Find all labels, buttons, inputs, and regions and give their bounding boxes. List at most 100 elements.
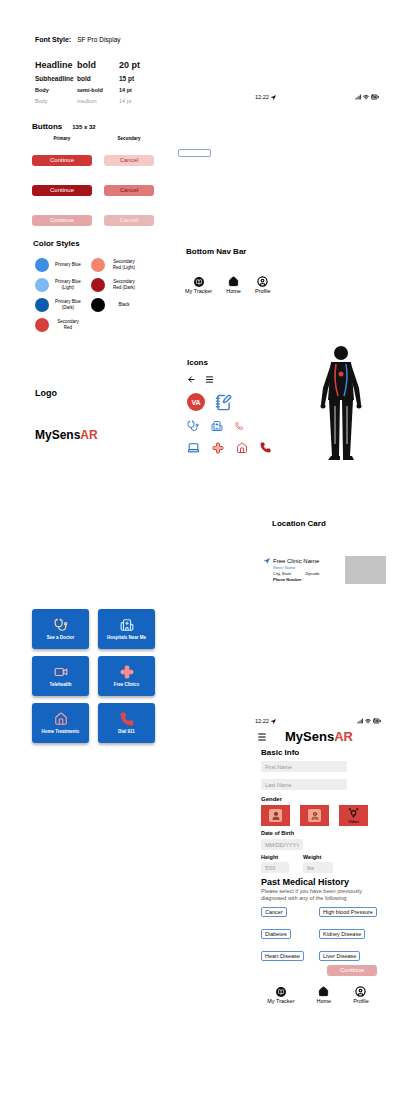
secondary-button[interactable]: Cancel xyxy=(104,155,154,166)
basic-info-form: Basic InfoGenderOtherDate of BirthHeight… xyxy=(255,748,381,976)
text-field[interactable] xyxy=(178,149,211,157)
location-arrow-icon xyxy=(264,558,270,564)
font-style: Font Style:SF Pro Display xyxy=(35,36,140,43)
service-tile[interactable]: Free Clinics xyxy=(98,656,155,696)
weight-field[interactable] xyxy=(303,862,333,873)
condition-chip[interactable]: Heart Disease xyxy=(261,951,304,961)
type-size: 15 pt xyxy=(119,75,140,82)
signal-icon xyxy=(355,94,361,100)
status-bar: 12:22 xyxy=(255,717,381,725)
condition-chip[interactable]: Liver Disease xyxy=(319,951,360,961)
nav-item[interactable]: Profile xyxy=(255,276,271,294)
service-tile[interactable]: Dial 911 xyxy=(98,703,155,743)
gender-option[interactable]: Other xyxy=(339,805,368,826)
bottom-nav-bar: My Tracker Home Profile xyxy=(267,986,368,1004)
clinic-icon xyxy=(212,442,224,454)
status-bar: 12:22 xyxy=(255,93,379,101)
signal-icon xyxy=(357,718,363,724)
type-size: 20 pt xyxy=(119,60,140,70)
type-name: Headline xyxy=(35,60,77,70)
wifi-icon xyxy=(363,94,369,100)
tracker-icon xyxy=(276,987,286,997)
buttons-section: Buttons135 x 32PrimarySecondaryContinueC… xyxy=(32,122,154,226)
logo: MySensAR xyxy=(35,428,98,442)
clinic-icon xyxy=(120,665,134,679)
type-weight: medium xyxy=(77,98,119,104)
color-styles: Color StylesPrimary BlueSecondary Red (L… xyxy=(33,239,151,332)
service-tile[interactable]: Home Treatments xyxy=(32,703,89,743)
type-weight: bold xyxy=(77,75,119,82)
phone-mockup: 12:22MySensARBasic InfoGenderOtherDate o… xyxy=(255,717,381,1004)
gender-other-icon xyxy=(348,807,359,818)
home-treatment-icon xyxy=(54,712,68,726)
primary-button[interactable]: Continue xyxy=(32,185,92,196)
back-arrow-icon[interactable] xyxy=(187,375,196,384)
status-time: 12:22 xyxy=(255,94,269,100)
location-card[interactable]: Free Clinic NameStreet NameCity, StateZi… xyxy=(264,556,386,584)
secondary-button[interactable]: Cancel xyxy=(104,185,154,196)
service-tile[interactable]: See a Doctor xyxy=(32,609,89,649)
phone-icon xyxy=(260,442,271,453)
height-field[interactable] xyxy=(261,862,289,873)
male-icon xyxy=(271,811,281,821)
history-hint: Please select if you have been previousl… xyxy=(261,888,381,902)
telehealth-icon xyxy=(235,422,243,430)
condition-chip[interactable]: Kidney Disease xyxy=(319,929,365,939)
condition-chip[interactable]: High blood Pressure xyxy=(319,907,377,917)
nav-item[interactable]: My Tracker xyxy=(267,987,294,1004)
secondary-button[interactable]: Cancel xyxy=(104,215,154,226)
type-name: Body xyxy=(35,98,77,104)
color-swatch: Black xyxy=(91,298,151,312)
primary-button[interactable]: Continue xyxy=(32,215,92,226)
nav-item[interactable]: Profile xyxy=(353,986,369,1004)
color-swatch: Secondary Red (Light) xyxy=(91,258,151,272)
location-arrow-icon xyxy=(271,719,276,724)
menu-icon[interactable] xyxy=(257,732,267,742)
condition-chip[interactable]: Diabetes xyxy=(261,929,291,939)
service-tile[interactable]: Telehealth xyxy=(32,656,89,696)
location-section: Location Card Free Clinic NameStreet Name… xyxy=(264,519,386,584)
type-scale: Headlinebold20 pt Subheadlinebold15 pt Bod… xyxy=(35,60,140,104)
date-of-birth-field[interactable] xyxy=(261,839,303,850)
status-time: 12:22 xyxy=(255,718,269,724)
profile-icon xyxy=(355,986,366,997)
logo-section: Logo xyxy=(35,388,57,398)
style-guide-board: Font Style:SF Pro Display Headlinebold20 … xyxy=(0,0,410,1118)
gender-options: Other xyxy=(261,805,381,826)
avatar: VA xyxy=(187,393,205,411)
doctor-icon xyxy=(54,618,68,632)
battery-icon xyxy=(373,717,381,725)
buttons-title: Buttons xyxy=(32,122,62,131)
home-icon xyxy=(318,986,329,997)
continue-button[interactable]: Continue xyxy=(327,965,377,976)
location-arrow-icon xyxy=(271,95,276,100)
type-name: Subheadline xyxy=(35,75,77,82)
color-swatch: Secondary Red (Dark) xyxy=(91,278,151,292)
last-name-field[interactable] xyxy=(261,779,347,790)
nav-item[interactable]: My Tracker xyxy=(185,277,212,294)
location-title: Location Card xyxy=(264,519,386,528)
house-icon xyxy=(236,442,248,454)
condition-chip[interactable]: Cancer xyxy=(261,907,287,917)
clinic-name: Free Clinic Name xyxy=(273,558,319,564)
laptop-icon xyxy=(187,441,200,454)
condition-list: Cancer High blood Pressure Diabetes Kidney … xyxy=(261,907,381,961)
nav-bar-title: Bottom Nav Bar xyxy=(186,247,246,256)
gender-option[interactable] xyxy=(300,805,329,826)
nav-item[interactable]: Home xyxy=(316,986,331,1004)
color-swatch: Secondary Red xyxy=(35,318,83,332)
button-size: 135 x 32 xyxy=(72,124,95,130)
color-swatch: Primary Blue (Dark) xyxy=(35,298,83,312)
tracker-icon xyxy=(194,277,204,287)
human-body-icon xyxy=(318,344,364,462)
type-weight: bold xyxy=(77,60,119,70)
color-swatch: Primary Blue (Light) xyxy=(35,278,83,292)
service-tile[interactable]: Hospitals Near Me xyxy=(98,609,155,649)
first-name-field[interactable] xyxy=(261,761,347,772)
menu-icon[interactable] xyxy=(205,375,214,384)
hospital-icon xyxy=(120,618,134,632)
gender-option[interactable] xyxy=(261,805,290,826)
font-section: Font Style:SF Pro Display Headlinebold20 … xyxy=(35,36,140,104)
nav-item[interactable]: Home xyxy=(226,276,241,294)
primary-button[interactable]: Continue xyxy=(32,155,92,166)
